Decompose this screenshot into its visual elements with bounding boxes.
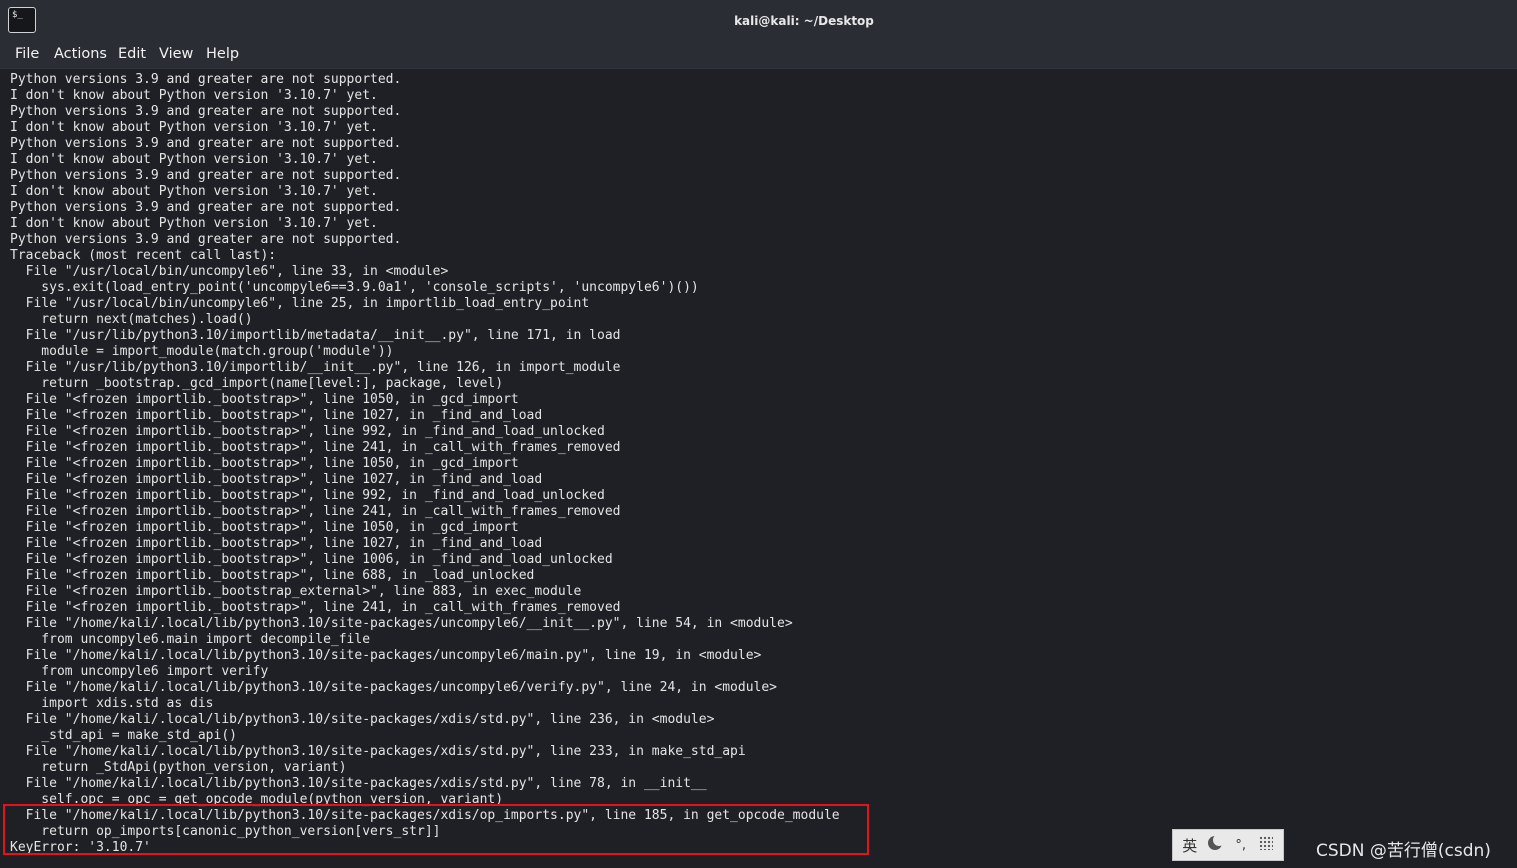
terminal-line: sys.exit(load_entry_point('uncompyle6==3… (10, 280, 699, 295)
menu-help[interactable]: Help (206, 46, 239, 62)
terminal-line: File "<frozen importlib._bootstrap>", li… (10, 408, 543, 423)
menu-file[interactable]: File (15, 46, 39, 62)
terminal-line: File "<frozen importlib._bootstrap>", li… (10, 536, 543, 551)
menu-edit[interactable]: Edit (118, 46, 146, 62)
keyboard-icon (1259, 836, 1274, 850)
terminal-line: File "/home/kali/.local/lib/python3.10/s… (10, 744, 746, 759)
terminal-line: File "<frozen importlib._bootstrap_exter… (10, 584, 582, 599)
terminal-line: File "/home/kali/.local/lib/python3.10/s… (10, 648, 762, 663)
terminal-line: _std_api = make_std_api() (10, 728, 237, 743)
terminal-line: File "/home/kali/.local/lib/python3.10/s… (10, 680, 778, 695)
terminal-line: File "/usr/lib/python3.10/importlib/meta… (10, 328, 621, 343)
terminal-line: File "<frozen importlib._bootstrap>", li… (10, 520, 519, 535)
terminal-line: I don't know about Python version '3.10.… (10, 88, 378, 103)
terminal-line: File "<frozen importlib._bootstrap>", li… (10, 600, 621, 615)
menu-view[interactable]: View (159, 46, 193, 62)
terminal-line: I don't know about Python version '3.10.… (10, 152, 378, 167)
terminal-line: I don't know about Python version '3.10.… (10, 184, 378, 199)
window-title: kali@kali: ~/Desktop (734, 14, 874, 28)
terminal-line: File "/home/kali/.local/lib/python3.10/s… (10, 616, 793, 631)
terminal-line: Python versions 3.9 and greater are not … (10, 72, 402, 87)
terminal-line: File "/usr/local/bin/uncompyle6", line 2… (10, 296, 590, 311)
terminal-line: return next(matches).load() (10, 312, 253, 327)
terminal-line: Python versions 3.9 and greater are not … (10, 168, 402, 183)
punctuation-toggle[interactable]: °, (1230, 838, 1252, 853)
terminal-window: $_ kali@kali: ~/Desktop File Actions Edi… (0, 0, 1517, 868)
menu-actions[interactable]: Actions (54, 46, 107, 62)
terminal-line: File "/home/kali/.local/lib/python3.10/s… (10, 712, 715, 727)
terminal-line: File "/usr/local/bin/uncompyle6", line 3… (10, 264, 449, 279)
terminal-line: File "<frozen importlib._bootstrap>", li… (10, 456, 519, 471)
ime-language-indicator[interactable]: 英 (1179, 835, 1201, 856)
terminal-line: from uncompyle6 import verify (10, 664, 269, 679)
menu-bar: File Actions Edit View Help (0, 42, 1517, 69)
terminal-line: File "<frozen importlib._bootstrap>", li… (10, 424, 605, 439)
moon-icon (1208, 834, 1226, 850)
terminal-line: File "<frozen importlib._bootstrap>", li… (10, 568, 535, 583)
terminal-line: module = import_module(match.group('modu… (10, 344, 394, 359)
terminal-line: File "/usr/lib/python3.10/importlib/__in… (10, 360, 621, 375)
watermark: CSDN @苦行僧(csdn) (1316, 841, 1491, 861)
terminal-line: File "/home/kali/.local/lib/python3.10/s… (10, 776, 707, 791)
terminal-line: File "<frozen importlib._bootstrap>", li… (10, 472, 543, 487)
terminal-line: File "<frozen importlib._bootstrap>", li… (10, 440, 621, 455)
terminal-line: return _StdApi(python_version, variant) (10, 760, 347, 775)
terminal-line: Python versions 3.9 and greater are not … (10, 136, 402, 151)
soft-keyboard-toggle[interactable] (1255, 836, 1277, 854)
terminal-output[interactable]: Python versions 3.9 and greater are not … (0, 69, 1517, 868)
terminal-line: Python versions 3.9 and greater are not … (10, 104, 402, 119)
terminal-line: File "<frozen importlib._bootstrap>", li… (10, 488, 605, 503)
terminal-line: from uncompyle6.main import decompile_fi… (10, 632, 371, 647)
title-bar: $_ kali@kali: ~/Desktop (0, 0, 1517, 42)
terminal-line: Traceback (most recent call last): (10, 248, 277, 263)
terminal-line: import xdis.std as dis (10, 696, 214, 711)
terminal-line: File "<frozen importlib._bootstrap>", li… (10, 392, 519, 407)
ime-toolbar[interactable]: 英 °, (1172, 829, 1284, 861)
terminal-line: File "<frozen importlib._bootstrap>", li… (10, 504, 621, 519)
terminal-line: I don't know about Python version '3.10.… (10, 216, 378, 231)
terminal-line: I don't know about Python version '3.10.… (10, 120, 378, 135)
terminal-line: Python versions 3.9 and greater are not … (10, 232, 402, 247)
terminal-line: Python versions 3.9 and greater are not … (10, 200, 402, 215)
half-width-toggle[interactable] (1204, 834, 1226, 854)
terminal-line: return _bootstrap._gcd_import(name[level… (10, 376, 504, 391)
error-highlight-box (3, 804, 869, 855)
terminal-line: File "<frozen importlib._bootstrap>", li… (10, 552, 613, 567)
